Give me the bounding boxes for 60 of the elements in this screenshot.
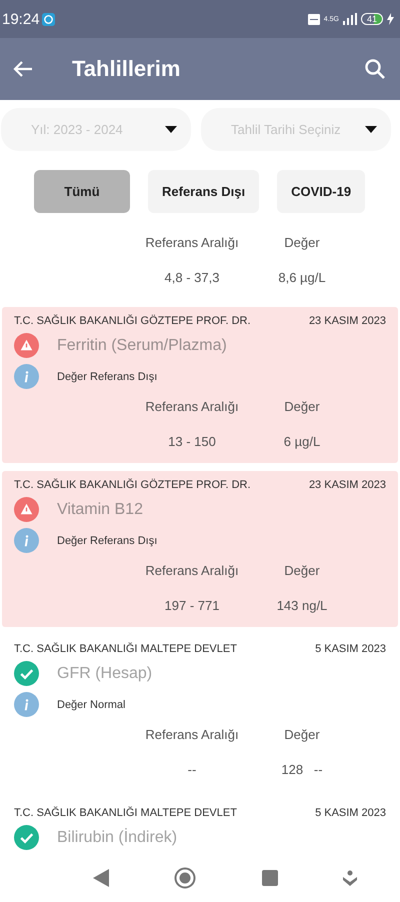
warning-icon bbox=[14, 497, 39, 522]
filter-chip[interactable]: Referans Dışı bbox=[148, 170, 260, 213]
caret-icon bbox=[365, 126, 377, 133]
result-value: 128 -- bbox=[280, 762, 324, 777]
range-label: Referans Aralığı bbox=[144, 727, 240, 742]
filter-chip[interactable]: Tümü bbox=[34, 170, 130, 213]
test-name: GFR (Hesap) bbox=[57, 664, 152, 682]
check-icon bbox=[14, 825, 39, 850]
value-label: Değer bbox=[283, 399, 321, 414]
home-nav-icon[interactable] bbox=[174, 867, 196, 889]
value-label: Değer bbox=[283, 563, 321, 578]
charging-icon bbox=[387, 13, 394, 25]
result-card[interactable]: T.C. SAĞLIK BAKANLIĞI MALTEPE DEVLET 5 KASIM 2023 Bilirubin (İndirek) bbox=[2, 799, 398, 856]
info-icon bbox=[14, 364, 39, 389]
info-icon bbox=[14, 528, 39, 553]
reference-range: -- bbox=[186, 762, 198, 777]
hospital-name: T.C. SAĞLIK BAKANLIĞI MALTEPE DEVLET bbox=[14, 807, 237, 819]
value-label: Değer bbox=[283, 235, 321, 250]
recents-nav-icon[interactable] bbox=[262, 870, 278, 886]
hospital-name: T.C. SAĞLIK BAKANLIĞI GÖZTEPE PROF. DR. bbox=[14, 315, 251, 327]
back-nav-icon[interactable] bbox=[92, 869, 109, 887]
signal-icon bbox=[342, 13, 357, 25]
test-name: Bilirubin (İndirek) bbox=[57, 828, 178, 846]
screen-title: Tahlillerim bbox=[72, 56, 182, 82]
result-value: 6 µg/L bbox=[282, 434, 322, 449]
test-name: Ferritin (Serum/Plazma) bbox=[57, 336, 227, 354]
range-label: Referans Aralığı bbox=[144, 235, 240, 250]
result-note: Değer Normal bbox=[57, 698, 126, 710]
battery-indicator: 41 bbox=[360, 13, 383, 25]
result-note: Değer Referans Dışı bbox=[57, 370, 158, 382]
test-name: Vitamin B12 bbox=[57, 500, 143, 518]
dropdown-nav-icon[interactable] bbox=[343, 870, 358, 886]
test-date: 5 KASIM 2023 bbox=[315, 807, 386, 819]
result-value: 8,6 µg/L bbox=[277, 270, 327, 285]
range-label: Referans Aralığı bbox=[144, 399, 240, 414]
check-icon bbox=[14, 661, 39, 686]
result-card[interactable]: T.C. SAĞLIK BAKANLIĞI GÖZTEPE PROF. DR. 23 KASIM 2023 Ferritin (Serum/Plazma) Değer Referans Dışı Referans Aralığı Değer 13 - 150 6 µg/L bbox=[2, 307, 398, 463]
test-date: 23 KASIM 2023 bbox=[308, 315, 386, 327]
clock: 19:24 bbox=[2, 10, 40, 28]
volte-icon bbox=[308, 14, 320, 24]
value-label: Değer bbox=[283, 727, 321, 742]
test-date: 23 KASIM 2023 bbox=[308, 479, 386, 491]
search-icon[interactable] bbox=[364, 58, 386, 80]
result-card[interactable]: T.C. SAĞLIK BAKANLIĞI GÖZTEPE PROF. DR. 23 KASIM 2023 Vitamin B12 Değer Referans Dışı Referans Aralığı Değer 197 - 771 143 ng/L bbox=[2, 471, 398, 627]
hospital-name: T.C. SAĞLIK BAKANLIĞI GÖZTEPE PROF. DR. bbox=[14, 479, 251, 491]
warning-icon bbox=[14, 333, 39, 358]
caret-icon bbox=[165, 126, 177, 133]
chat-app-icon bbox=[42, 12, 55, 26]
result-card[interactable]: Referans Aralığı Değer 4,8 - 37,3 8,6 µg/L bbox=[2, 217, 398, 299]
filter-chip[interactable]: COVID-19 bbox=[277, 170, 366, 213]
result-note: Değer Referans Dışı bbox=[57, 534, 158, 546]
test-date: 5 KASIM 2023 bbox=[315, 643, 386, 655]
reference-range: 4,8 - 37,3 bbox=[164, 270, 220, 285]
reference-range: 13 - 150 bbox=[167, 434, 217, 449]
reference-range: 197 - 771 bbox=[164, 598, 220, 613]
result-value: 143 ng/L bbox=[276, 598, 328, 613]
hospital-name: T.C. SAĞLIK BAKANLIĞI MALTEPE DEVLET bbox=[14, 643, 237, 655]
range-label: Referans Aralığı bbox=[144, 563, 240, 578]
info-icon bbox=[14, 692, 39, 717]
result-card[interactable]: T.C. SAĞLIK BAKANLIĞI MALTEPE DEVLET 5 KASIM 2023 GFR (Hesap) Değer Normal Referans Aralığı Değer -- 128 -- bbox=[2, 635, 398, 791]
